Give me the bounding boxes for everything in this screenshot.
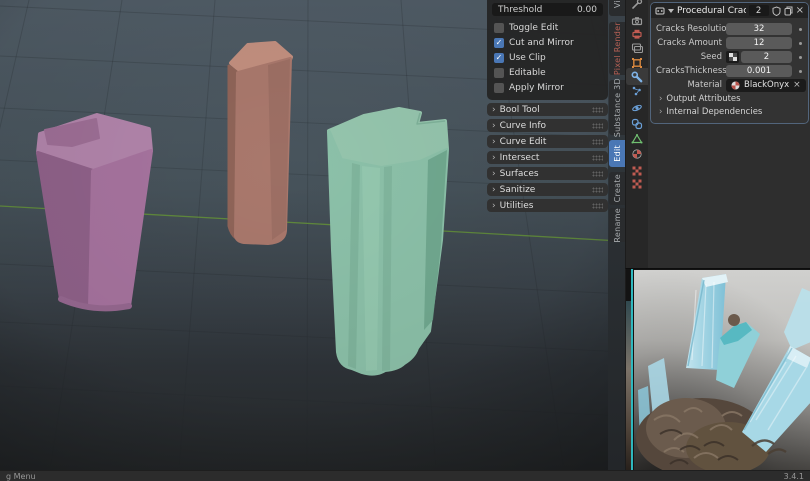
checkbox-label: Cut and Mirror (509, 38, 574, 48)
material-icon[interactable] (626, 145, 648, 162)
section-sanitize[interactable]: › Sanitize (487, 183, 608, 196)
image-editor[interactable] (625, 268, 810, 470)
drag-grip-icon[interactable] (592, 139, 603, 145)
cyan-guide-line (631, 269, 633, 470)
section-bool-tool[interactable]: › Bool Tool (487, 103, 608, 116)
modifier-body: Cracks Resolution 32 Cracks Amount 12 Se… (651, 18, 808, 123)
value-slider[interactable]: 12 (726, 37, 792, 49)
drag-grip-icon[interactable] (592, 187, 603, 193)
checkbox-label: Use Clip (509, 53, 546, 63)
tab-edit[interactable]: Edit (609, 140, 625, 167)
animate-dot[interactable] (799, 56, 802, 59)
tool-icon[interactable] (626, 0, 648, 12)
particles-icon[interactable] (626, 82, 648, 99)
material-name: BlackOnyx (744, 80, 789, 90)
chevron-right-icon: › (492, 137, 496, 147)
checkbox-use-clip[interactable]: ✓ Use Clip (492, 51, 603, 65)
chevron-right-icon: › (492, 169, 496, 179)
properties-tab-column (626, 0, 648, 268)
shield-icon[interactable] (772, 6, 781, 16)
section-output-attributes[interactable]: › Output Attributes (656, 92, 804, 105)
checkbox-box[interactable]: ✓ (494, 38, 504, 48)
tab-rename[interactable]: Rename (609, 208, 625, 242)
chevron-right-icon: › (659, 94, 662, 104)
chevron-right-icon: › (492, 201, 496, 211)
section-curve-edit[interactable]: › Curve Edit (487, 135, 608, 148)
checkbox-box[interactable] (494, 23, 504, 33)
field-cracks-resolution: Cracks Resolution 32 (656, 22, 804, 36)
status-bar: g Menu 3.4.1 (0, 470, 810, 481)
chevron-right-icon: › (659, 107, 662, 117)
field-cracks-thickness: CracksThickness 0.001 (656, 64, 804, 78)
copy-icon[interactable] (784, 6, 793, 16)
checkbox-label: Editable (509, 68, 546, 78)
material-sphere-icon (731, 81, 740, 90)
field-seed: Seed 2 (656, 50, 804, 64)
chevron-right-icon: › (492, 121, 496, 131)
drag-grip-icon[interactable] (592, 123, 603, 129)
threshold-value: 0.00 (577, 5, 597, 15)
value-slider[interactable]: 2 (741, 51, 792, 63)
checkbox-box[interactable]: ✓ (494, 53, 504, 63)
drag-grip-icon[interactable] (592, 155, 603, 161)
chevron-right-icon: › (492, 185, 496, 195)
blender-window: Threshold 0.00 Toggle Edit ✓ Cut and Mir… (0, 0, 810, 481)
modifier-header[interactable]: Procedural Cracks 2 × (651, 3, 808, 18)
salmon-crystal[interactable] (229, 43, 291, 243)
section-intersect[interactable]: › Intersect (487, 151, 608, 164)
chevron-right-icon: › (492, 105, 496, 115)
sidebar-tab-strip: Vi Pixel Render Substance 3D Edit Create… (608, 0, 625, 470)
animate-dot[interactable] (799, 42, 802, 45)
properties-editor: Procedural Cracks 2 × Cracks Resolution … (625, 0, 810, 268)
drag-grip-icon[interactable] (592, 107, 603, 113)
checkbox-label: Apply Mirror (509, 83, 564, 93)
material-selector[interactable]: BlackOnyx × (726, 79, 806, 92)
geometry-nodes-icon (655, 6, 665, 16)
checkbox-apply-mirror[interactable]: Apply Mirror (492, 81, 603, 95)
texture-extra-icon[interactable] (626, 175, 648, 192)
section-internal-dependencies[interactable]: › Internal Dependencies (656, 105, 804, 118)
sidebar-options-panel: Threshold 0.00 Toggle Edit ✓ Cut and Mir… (487, 0, 608, 100)
section-curve-info[interactable]: › Curve Info (487, 119, 608, 132)
field-cracks-amount: Cracks Amount 12 (656, 36, 804, 50)
attribute-toggle-icon[interactable] (726, 51, 739, 63)
section-utilities[interactable]: › Utilities (487, 199, 608, 212)
clear-material-icon[interactable]: × (793, 80, 801, 90)
version-label: 3.4.1 (784, 472, 804, 481)
animate-dot[interactable] (799, 28, 802, 31)
drag-grip-icon[interactable] (592, 171, 603, 177)
teal-crystal[interactable] (329, 109, 447, 374)
checkbox-label: Toggle Edit (509, 23, 558, 33)
checkbox-box[interactable] (494, 83, 504, 93)
viewport-sidebar: Threshold 0.00 Toggle Edit ✓ Cut and Mir… (487, 0, 608, 212)
checkbox-toggle-edit[interactable]: Toggle Edit (492, 21, 603, 35)
modifier-name[interactable]: Procedural Cracks (677, 6, 746, 16)
checkbox-box[interactable] (494, 68, 504, 78)
animate-dot[interactable] (799, 70, 802, 73)
section-surfaces[interactable]: › Surfaces (487, 167, 608, 180)
reference-photo-aquamarine (634, 270, 810, 470)
checkbox-cut-and-mirror[interactable]: ✓ Cut and Mirror (492, 36, 603, 50)
field-material: Material BlackOnyx × (656, 78, 804, 92)
tab-create[interactable]: Create (609, 172, 625, 205)
modifier-panel: Procedural Cracks 2 × Cracks Resolution … (650, 2, 809, 124)
user-count-badge[interactable]: 2 (749, 5, 769, 16)
dropdown-caret-icon[interactable] (668, 9, 674, 13)
value-slider[interactable]: 32 (726, 23, 792, 35)
value-slider[interactable]: 0.001 (726, 65, 792, 77)
tab-pixel-render[interactable]: Pixel Render (609, 22, 625, 75)
close-icon[interactable]: × (796, 6, 804, 16)
tab-view[interactable]: Vi (609, 0, 625, 16)
drag-grip-icon[interactable] (592, 203, 603, 209)
checkbox-editable[interactable]: Editable (492, 66, 603, 80)
physics-icon[interactable] (626, 99, 648, 116)
chevron-right-icon: › (492, 153, 496, 163)
properties-content: Procedural Cracks 2 × Cracks Resolution … (648, 0, 810, 268)
threshold-label: Threshold (498, 5, 542, 15)
threshold-field[interactable]: Threshold 0.00 (492, 3, 603, 16)
tab-substance-3d[interactable]: Substance 3D (609, 80, 625, 135)
status-hint: g Menu (6, 472, 36, 481)
